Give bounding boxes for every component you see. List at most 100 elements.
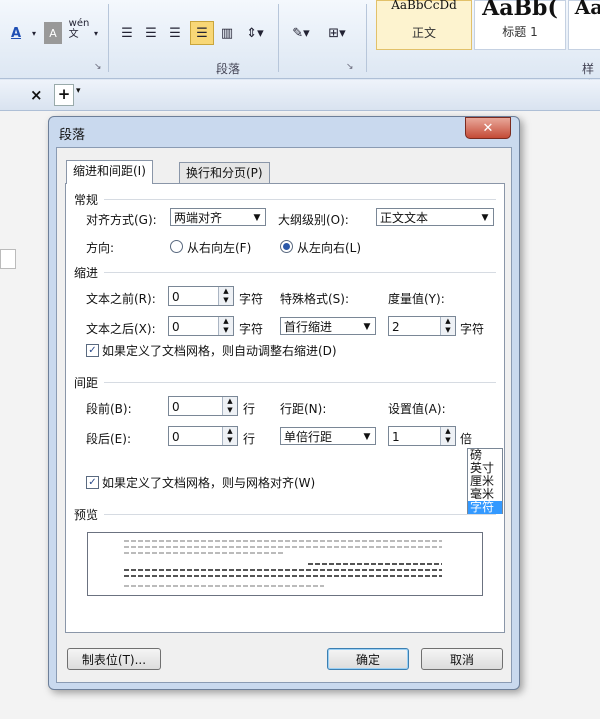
measure-spinner[interactable]: 2 ▲ ▼ [388, 316, 456, 336]
align-center-icon[interactable]: ☰ [140, 22, 162, 44]
char-shading-button[interactable]: A [44, 22, 62, 44]
divider [104, 199, 496, 200]
section-indent: 缩进 [74, 266, 99, 280]
shading-icon[interactable]: ✎▾ [286, 22, 316, 44]
page-icon [0, 249, 16, 269]
new-tab-button[interactable]: + [54, 84, 74, 106]
dialog-client: 缩进和间距(I) 换行和分页(P) 常规 对齐方式(G): 两端对齐 ▼ 大纲级别… [56, 147, 512, 683]
style-name: 正文 [411, 26, 436, 40]
special-format-label: 特殊格式(S): [280, 292, 350, 306]
spacing-after-value: 0 [172, 430, 180, 444]
chevron-down-icon[interactable]: ▾ [76, 86, 81, 96]
spin-buttons-icon[interactable]: ▲ ▼ [222, 397, 237, 415]
ltr-label: 从左向右(L) [297, 241, 362, 255]
preview-line [124, 569, 442, 571]
measure-value: 2 [392, 320, 400, 334]
distributed-align-icon[interactable]: ▥ [216, 22, 238, 44]
spin-buttons-icon[interactable]: ▲ ▼ [440, 427, 455, 445]
divider [104, 382, 496, 383]
spin-buttons-icon[interactable]: ▲ ▼ [218, 317, 233, 335]
dialog-launcher-icon[interactable]: ↘ [94, 62, 102, 72]
preview-line [124, 552, 284, 554]
chevron-down-icon: ▼ [253, 213, 261, 223]
snap-to-grid-label: 如果定义了文档网格，则与网格对齐(W) [102, 476, 316, 490]
tab-stops-button[interactable]: 制表位(T)... [67, 648, 161, 670]
rtl-label: 从右向左(F) [187, 241, 252, 255]
chevron-down-icon: ▼ [363, 432, 371, 442]
spin-buttons-icon[interactable]: ▲ ▼ [218, 287, 233, 305]
setting-value-label: 设置值(A): [388, 402, 446, 416]
measure-label: 度量值(Y): [388, 292, 445, 306]
indent-after-label: 文本之后(X): [86, 322, 156, 336]
spin-buttons-icon[interactable]: ▲ ▼ [222, 427, 237, 445]
outline-level-label: 大纲级别(O): [278, 213, 349, 227]
separator [108, 4, 109, 72]
font-color-button[interactable]: A [4, 22, 28, 44]
paragraph-dialog: 段落 ✕ 缩进和间距(I) 换行和分页(P) 常规 对齐方式(G): 两端对齐 ▼… [48, 116, 520, 690]
close-icon[interactable]: × [30, 86, 43, 104]
ok-button[interactable]: 确定 [327, 648, 409, 670]
ribbon: A ▾ A wén 文 ▾ ☰ ☰ ☰ ☰ ▥ ⇕▾ ✎▾ ⊞▾ 段落 ↘ ↘ … [0, 0, 600, 93]
special-format-value: 首行缩进 [284, 320, 333, 334]
special-format-select[interactable]: 首行缩进 ▼ [280, 317, 376, 335]
auto-right-indent-label: 如果定义了文档网格，则自动调整右缩进(D) [102, 344, 337, 358]
preview-line [124, 540, 442, 542]
preview-line [308, 563, 442, 565]
measure-unit: 字符 [460, 322, 485, 336]
cancel-button[interactable]: 取消 [421, 648, 503, 670]
line-spacing-value: 单倍行距 [284, 430, 333, 444]
section-general: 常规 [74, 193, 99, 207]
style-heading-2[interactable]: Aa [568, 0, 600, 50]
style-heading-1[interactable]: AaBb( 标题 1 [474, 0, 566, 50]
indent-before-value: 0 [172, 290, 180, 304]
paragraph-group-label: 段落 [216, 62, 241, 76]
spacing-before-unit: 行 [243, 402, 256, 416]
snap-to-grid-checkbox[interactable]: ✓ [86, 476, 99, 489]
preview-line [124, 575, 442, 577]
rtl-radio[interactable] [170, 240, 183, 253]
outline-level-select[interactable]: 正文文本 ▼ [376, 208, 494, 226]
setting-value-spinner[interactable]: 1 ▲ ▼ [388, 426, 456, 446]
align-left-icon[interactable]: ☰ [116, 22, 138, 44]
chevron-down-icon: ▼ [363, 322, 371, 332]
indent-before-label: 文本之前(R): [86, 292, 156, 306]
divider [104, 514, 496, 515]
justify-icon[interactable]: ☰ [190, 21, 214, 45]
tab-line-page-breaks[interactable]: 换行和分页(P) [179, 162, 270, 183]
setting-value-unit: 倍 [460, 432, 473, 446]
style-sample: AaBb( [482, 0, 558, 21]
style-name: 标题 1 [502, 25, 538, 39]
preview-box [87, 532, 483, 596]
indent-before-spinner[interactable]: 0 ▲ ▼ [168, 286, 234, 306]
spacing-before-spinner[interactable]: 0 ▲ ▼ [168, 396, 238, 416]
tab-indent-spacing[interactable]: 缩进和间距(I) [66, 160, 153, 184]
dialog-launcher-icon[interactable]: ↘ [346, 62, 354, 72]
style-normal[interactable]: AaBbCcDd 正文 [376, 0, 472, 50]
separator [278, 4, 279, 72]
auto-right-indent-checkbox[interactable]: ✓ [86, 344, 99, 357]
spacing-before-value: 0 [172, 400, 180, 414]
spacing-after-label: 段后(E): [86, 432, 131, 446]
align-right-icon[interactable]: ☰ [164, 22, 186, 44]
line-spacing-select[interactable]: 单倍行距 ▼ [280, 427, 376, 445]
borders-icon[interactable]: ⊞▾ [322, 22, 352, 44]
unit-dropdown-list[interactable]: 磅 英寸 厘米 毫米 字符 [467, 448, 503, 514]
style-sample: Aa [574, 0, 600, 19]
unit-option-selected[interactable]: 字符 [468, 501, 502, 514]
direction-label: 方向: [86, 241, 115, 255]
spacing-after-unit: 行 [243, 432, 256, 446]
indent-after-spinner[interactable]: 0 ▲ ▼ [168, 316, 234, 336]
spacing-before-label: 段前(B): [86, 402, 132, 416]
close-button[interactable]: ✕ [465, 117, 511, 139]
ltr-radio[interactable] [280, 240, 293, 253]
chevron-down-icon[interactable]: ▾ [90, 22, 102, 44]
style-sample: AaBbCcDd [391, 0, 457, 12]
outline-level-value: 正文文本 [380, 211, 429, 225]
alignment-label: 对齐方式(G): [86, 213, 157, 227]
line-spacing-icon[interactable]: ⇕▾ [242, 22, 268, 44]
chevron-down-icon[interactable]: ▾ [28, 22, 40, 44]
phonetic-guide-button[interactable]: wén 文 [68, 18, 90, 40]
spacing-after-spinner[interactable]: 0 ▲ ▼ [168, 426, 238, 446]
spin-buttons-icon[interactable]: ▲ ▼ [440, 317, 455, 335]
alignment-select[interactable]: 两端对齐 ▼ [170, 208, 266, 226]
